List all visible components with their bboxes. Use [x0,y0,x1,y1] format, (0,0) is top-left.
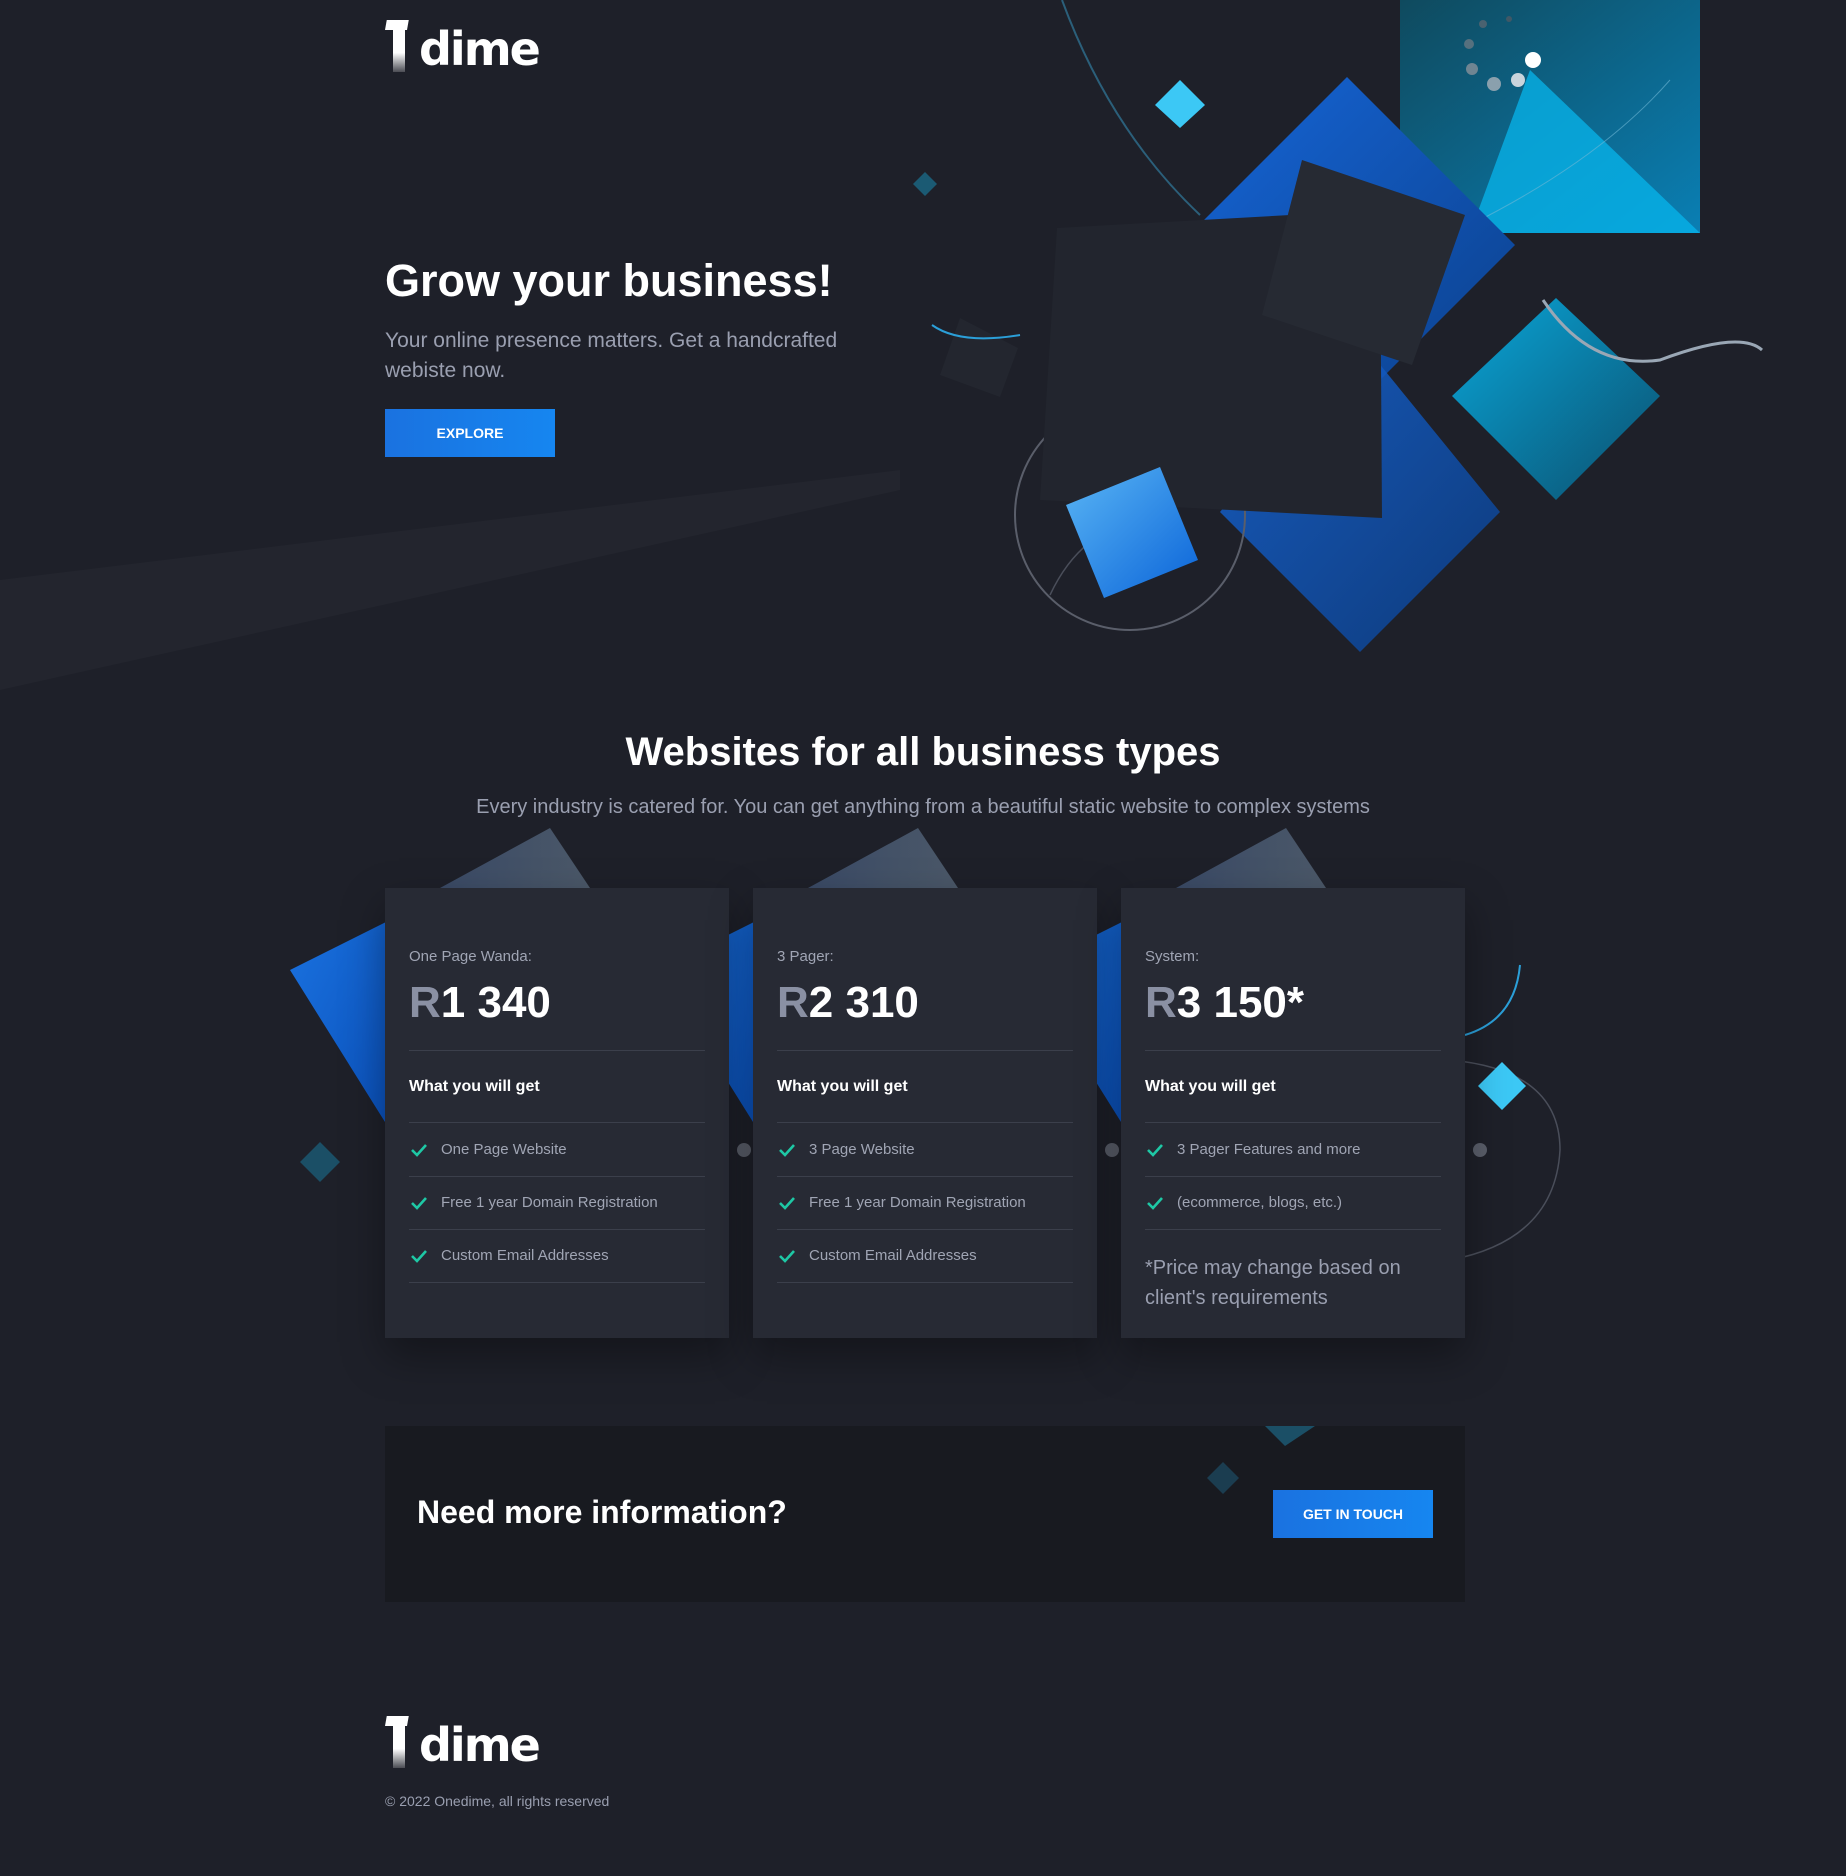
pricing-card-one-page: One Page Wanda: R1 340 What you will get… [385,888,729,1338]
plans-section-subtitle: Every industry is catered for. You can g… [476,796,1370,818]
price-disclaimer: *Price may change based on client's requ… [1145,1257,1401,1309]
check-icon [411,1143,427,1157]
check-icon [1147,1143,1163,1157]
hero-title: Grow your business! [385,255,833,306]
plans-section-title: Websites for all business types [625,730,1221,774]
hero-subtitle: Your online presence matters. Get a hand… [385,329,838,382]
check-icon [779,1143,795,1157]
get-in-touch-button[interactable]: GET IN TOUCH [1273,1490,1433,1538]
feature-item: Free 1 year Domain Registration [777,1176,1073,1230]
price-amount: 1 340 [440,978,551,1027]
plan-tier: One Page Wanda: [409,948,532,965]
cta-title: Need more information? [417,1494,787,1530]
currency-symbol: R [1145,978,1177,1027]
feature-item: Free 1 year Domain Registration [409,1176,705,1230]
plan-tier: 3 Pager: [777,948,834,965]
feature-label: One Page Website [441,1141,567,1158]
price-amount: 3 150* [1176,978,1305,1027]
plan-price: R2 310 [777,978,919,1028]
feature-item: (ecommerce, blogs, etc.) [1145,1176,1441,1230]
check-icon [411,1249,427,1263]
check-icon [779,1196,795,1210]
feature-label: 3 Pager Features and more [1177,1141,1361,1158]
feature-label: 3 Page Website [809,1141,915,1158]
check-icon [1147,1196,1163,1210]
plan-price: R3 150* [1145,978,1304,1028]
check-icon [779,1249,795,1263]
price-amount: 2 310 [808,978,919,1027]
divider [777,1050,1073,1051]
logo-wordmark: dime [419,1718,541,1772]
feature-item: Custom Email Addresses [409,1229,705,1283]
pricing-card-system: System: R3 150* What you will get 3 Page… [1121,888,1465,1338]
feature-label: Free 1 year Domain Registration [441,1194,658,1211]
feature-label: Custom Email Addresses [809,1247,977,1264]
divider [409,1050,705,1051]
divider [1145,1050,1441,1051]
cta-banner: Need more information? GET IN TOUCH [385,1426,1465,1602]
feature-label: (ecommerce, blogs, etc.) [1177,1194,1343,1211]
feature-label: Custom Email Addresses [441,1247,609,1264]
logo-mark-icon [385,1716,407,1768]
hero-illustration [0,0,1764,690]
footer-logo[interactable]: dime [385,1716,541,1772]
features-heading: What you will get [1145,1078,1276,1095]
copyright-text: © 2022 Onedime, all rights reserved [385,1793,610,1809]
logo-mark-icon [385,20,407,72]
feature-label: Free 1 year Domain Registration [809,1194,1026,1211]
logo-wordmark: dime [419,22,541,76]
features-heading: What you will get [777,1078,908,1095]
feature-item: One Page Website [409,1123,705,1177]
pricing-card-three-pager: 3 Pager: R2 310 What you will get 3 Page… [753,888,1097,1338]
feature-item: Custom Email Addresses [777,1229,1073,1283]
check-icon [411,1196,427,1210]
feature-item: 3 Pager Features and more [1145,1123,1441,1177]
feature-item: 3 Page Website [777,1123,1073,1177]
features-heading: What you will get [409,1078,540,1095]
plan-price: R1 340 [409,978,551,1028]
currency-symbol: R [409,978,441,1027]
brand-logo[interactable]: dime [385,20,541,76]
plan-tier: System: [1145,948,1200,965]
explore-button[interactable]: EXPLORE [385,409,555,457]
currency-symbol: R [777,978,809,1027]
